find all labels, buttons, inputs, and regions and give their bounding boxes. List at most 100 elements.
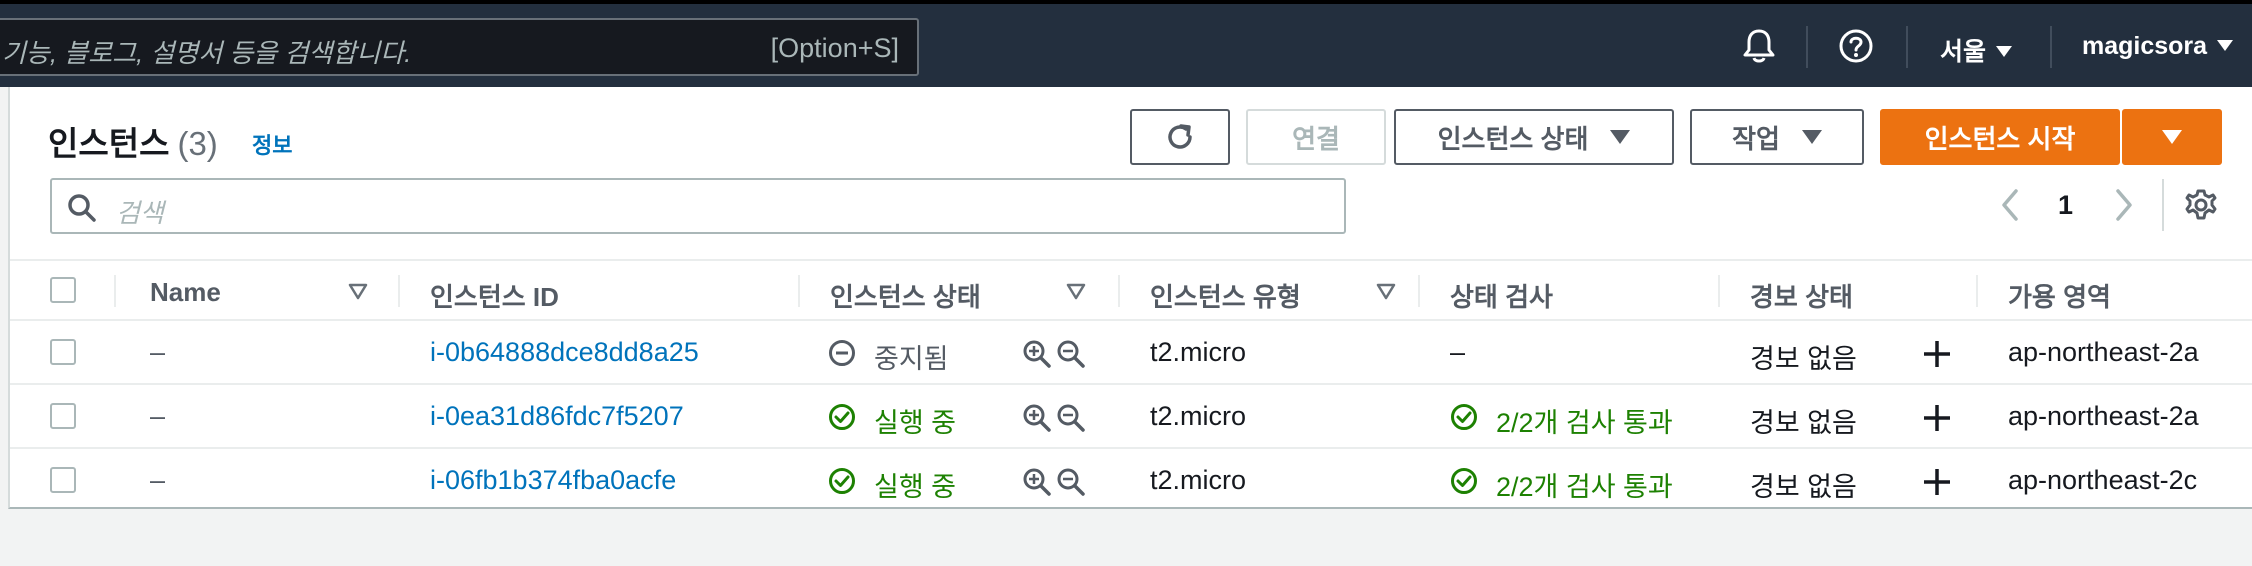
table-row[interactable]: – i-06fb1b374fba0acfe 실행 중 t2.micro 2/2개… bbox=[10, 449, 2252, 513]
top-navigation: 기능, 블로그, 설명서 등을 검색합니다. [Option+S] 서울 mag… bbox=[0, 0, 2252, 87]
zoom-in-icon[interactable] bbox=[1022, 403, 1052, 438]
account-menu[interactable]: magicsora bbox=[2082, 32, 2234, 61]
sort-icon[interactable] bbox=[1376, 283, 1396, 306]
instance-state: 실행 중 bbox=[874, 408, 957, 438]
region-label: 서울 bbox=[1940, 38, 1987, 66]
zoom-in-icon[interactable] bbox=[1022, 339, 1052, 374]
chevron-left-icon[interactable] bbox=[1998, 188, 2024, 227]
table-header: Name 인스턴스 ID 인스턴스 상태 인스턴스 유형 상태 검사 경보 상태… bbox=[10, 259, 2252, 321]
refresh-button[interactable] bbox=[1130, 109, 1230, 165]
gear-icon[interactable] bbox=[2184, 188, 2218, 227]
chevron-right-icon[interactable] bbox=[2110, 188, 2136, 227]
nav-divider bbox=[1806, 26, 1808, 68]
column-divider bbox=[1718, 275, 1720, 307]
instance-filter-input[interactable]: 검색 bbox=[50, 178, 1346, 234]
zoom-out-icon[interactable] bbox=[1056, 467, 1086, 502]
status-check: – bbox=[1450, 337, 1466, 367]
column-divider bbox=[114, 275, 116, 307]
plus-icon[interactable] bbox=[1922, 467, 1952, 502]
instance-type: t2.micro bbox=[1150, 337, 1247, 367]
page-number[interactable]: 1 bbox=[2058, 190, 2073, 221]
header-instance-id[interactable]: 인스턴스 ID bbox=[430, 277, 559, 314]
page-title: 인스턴스 (3) bbox=[48, 117, 218, 165]
instance-id-link[interactable]: i-0ea31d86fdc7f5207 bbox=[430, 401, 684, 432]
bell-icon[interactable] bbox=[1742, 28, 1776, 69]
check-circle-icon bbox=[1450, 403, 1478, 436]
header-status-check[interactable]: 상태 검사 bbox=[1450, 277, 1553, 314]
row-checkbox[interactable] bbox=[50, 403, 76, 429]
caret-down-icon bbox=[2217, 39, 2234, 51]
search-icon bbox=[66, 192, 98, 229]
select-all-checkbox[interactable] bbox=[50, 277, 76, 303]
instance-name: – bbox=[150, 465, 166, 495]
zoom-out-icon[interactable] bbox=[1056, 403, 1086, 438]
instance-id-link[interactable]: i-06fb1b374fba0acfe bbox=[430, 465, 676, 496]
instance-name: – bbox=[150, 401, 166, 431]
header-instance-state[interactable]: 인스턴스 상태 bbox=[830, 277, 981, 314]
instance-state: 실행 중 bbox=[874, 472, 957, 502]
global-search-input[interactable]: 기능, 블로그, 설명서 등을 검색합니다. [Option+S] bbox=[0, 18, 919, 76]
connect-label: 연결 bbox=[1292, 123, 1340, 154]
pager-divider bbox=[2162, 179, 2164, 231]
column-divider bbox=[798, 275, 800, 307]
question-circle-icon[interactable] bbox=[1838, 28, 1874, 69]
status-check[interactable]: 2/2개 검사 통과 bbox=[1496, 465, 1673, 504]
instance-state: 중지됨 bbox=[874, 344, 949, 374]
caret-down-icon bbox=[1801, 130, 1822, 144]
instance-id-link[interactable]: i-0b64888dce8dd8a25 bbox=[430, 337, 699, 368]
availability-zone: ap-northeast-2a bbox=[2008, 337, 2199, 367]
check-circle-icon bbox=[828, 403, 856, 436]
connect-button[interactable]: 연결 bbox=[1246, 109, 1386, 165]
row-checkbox[interactable] bbox=[50, 339, 76, 365]
zoom-in-icon[interactable] bbox=[1022, 467, 1052, 502]
table-body: – i-0b64888dce8dd8a25 중지됨 t2.micro – 경보 … bbox=[10, 321, 2252, 513]
launch-label: 인스턴스 시작 bbox=[1924, 123, 2076, 154]
instance-count: (3) bbox=[177, 125, 218, 162]
plus-icon[interactable] bbox=[1922, 403, 1952, 438]
region-selector[interactable]: 서울 bbox=[1940, 32, 2013, 68]
actions-dropdown[interactable]: 작업 bbox=[1690, 109, 1864, 165]
account-label: magicsora bbox=[2082, 32, 2208, 60]
table-row[interactable]: – i-0ea31d86fdc7f5207 실행 중 t2.micro 2/2개… bbox=[10, 385, 2252, 449]
header-instance-type[interactable]: 인스턴스 유형 bbox=[1150, 277, 1301, 314]
availability-zone: ap-northeast-2c bbox=[2008, 465, 2198, 495]
alarm-status: 경보 없음 bbox=[1750, 408, 1857, 438]
stopped-icon bbox=[828, 339, 856, 372]
instance-type: t2.micro bbox=[1150, 465, 1247, 495]
row-checkbox[interactable] bbox=[50, 467, 76, 493]
info-link[interactable]: 정보 bbox=[252, 128, 292, 160]
refresh-icon bbox=[1168, 124, 1192, 149]
search-shortcut-hint: [Option+S] bbox=[770, 33, 899, 63]
plus-icon[interactable] bbox=[1922, 339, 1952, 374]
status-check[interactable]: 2/2개 검사 통과 bbox=[1496, 401, 1673, 440]
header-name[interactable]: Name bbox=[150, 277, 221, 308]
caret-down-icon bbox=[2162, 130, 2182, 144]
instance-type: t2.micro bbox=[1150, 401, 1247, 431]
nav-divider bbox=[2050, 26, 2052, 68]
zoom-out-icon[interactable] bbox=[1056, 339, 1086, 374]
table-row[interactable]: – i-0b64888dce8dd8a25 중지됨 t2.micro – 경보 … bbox=[10, 321, 2252, 385]
page-title-text: 인스턴스 bbox=[48, 125, 170, 162]
alarm-status: 경보 없음 bbox=[1750, 344, 1857, 374]
availability-zone: ap-northeast-2a bbox=[2008, 401, 2199, 431]
nav-divider bbox=[1906, 26, 1908, 68]
sort-icon[interactable] bbox=[1066, 283, 1086, 306]
column-divider bbox=[398, 275, 400, 307]
filter-placeholder: 검색 bbox=[116, 198, 164, 228]
instances-table: Name 인스턴스 ID 인스턴스 상태 인스턴스 유형 상태 검사 경보 상태… bbox=[10, 259, 2252, 513]
header-availability-zone[interactable]: 가용 영역 bbox=[2008, 277, 2111, 314]
instances-panel: 인스턴스 (3) 정보 연결 인스턴스 상태 작업 인스턴스 시작 검색 1 N… bbox=[8, 87, 2252, 509]
column-divider bbox=[1976, 275, 1978, 307]
sort-icon[interactable] bbox=[348, 283, 368, 306]
caret-down-icon bbox=[1996, 45, 2013, 57]
launch-instances-button[interactable]: 인스턴스 시작 bbox=[1880, 109, 2120, 165]
instance-state-dropdown[interactable]: 인스턴스 상태 bbox=[1394, 109, 1674, 165]
column-divider bbox=[1418, 275, 1420, 307]
check-circle-icon bbox=[828, 467, 856, 500]
instance-name: – bbox=[150, 337, 166, 367]
header-alarm-status[interactable]: 경보 상태 bbox=[1750, 277, 1853, 314]
instance-state-label: 인스턴스 상태 bbox=[1437, 123, 1589, 154]
caret-down-icon bbox=[1610, 130, 1631, 144]
global-search-placeholder: 기능, 블로그, 설명서 등을 검색합니다. bbox=[2, 38, 412, 68]
launch-options-dropdown[interactable] bbox=[2122, 109, 2222, 165]
